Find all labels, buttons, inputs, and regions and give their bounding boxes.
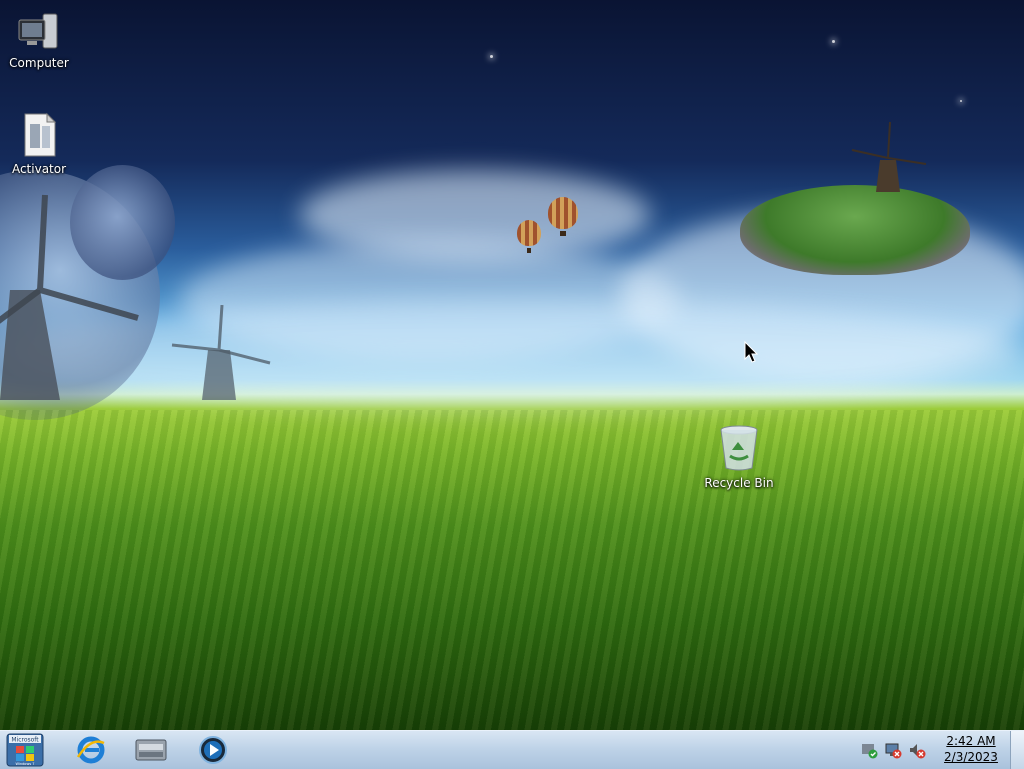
media-player-icon [199,736,227,764]
taskbar-file-manager[interactable] [126,733,176,767]
security-shield-icon [862,744,878,759]
clock-date: 2/3/2023 [944,750,998,764]
network-icon [885,743,902,759]
desktop-icon-label: Recycle Bin [704,476,774,490]
desktop-icon-label: Activator [11,162,67,176]
document-icon [24,112,57,157]
grass-field [0,410,1024,730]
svg-text:Microsoft: Microsoft [11,737,39,744]
tray-network[interactable] [882,739,904,761]
desktop-icon-computer[interactable]: Computer [0,12,78,70]
desktop-icon-activator[interactable]: Activator [0,112,78,176]
desktop-icon-label: Computer [9,56,69,70]
desktop-wallpaper: Computer Activator Recycle Bin [0,0,1024,730]
tray-volume[interactable] [906,739,928,761]
taskbar-clock[interactable]: 2:42 AM 2/3/2023 [938,733,1004,765]
file-manager-icon [135,739,167,761]
windows-logo-icon: Microsoft Windows 7 [6,733,44,767]
desktop-icon-recycle-bin[interactable]: Recycle Bin [700,424,778,490]
windmill-island [851,121,927,192]
taskbar-internet-explorer[interactable] [66,733,116,767]
windmill-left [0,194,139,400]
star [490,55,493,58]
hot-air-balloon [548,197,578,236]
star [960,100,962,102]
volume-muted-icon [910,744,926,759]
show-desktop-button[interactable] [1010,731,1024,769]
recycle-bin-icon [720,425,758,471]
mouse-cursor-icon [744,341,758,363]
clock-time: 2:42 AM [946,734,996,748]
start-button[interactable]: Microsoft Windows 7 [4,732,46,768]
svg-text:Windows 7: Windows 7 [16,762,35,766]
hot-air-balloon [517,220,541,253]
windmill-middle [171,305,271,400]
taskbar-media-player[interactable] [188,733,238,767]
star [832,40,835,43]
internet-explorer-icon [76,736,105,764]
computer-icon [18,13,58,49]
tray-security[interactable] [858,739,880,761]
taskbar: Microsoft Windows 7 2:42 AM 2/3/2023 [0,730,1024,769]
